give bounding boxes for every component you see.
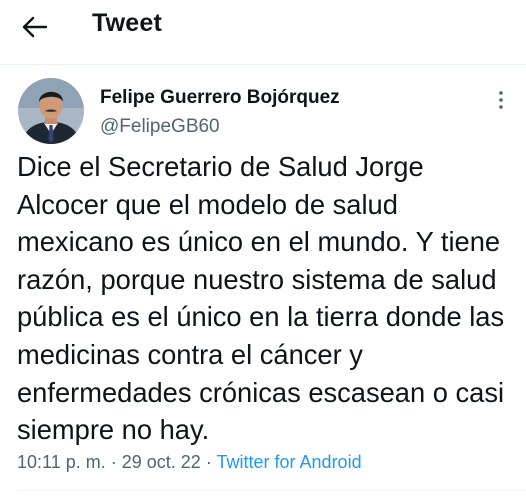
meta-separator: · bbox=[110, 452, 117, 472]
author-handle[interactable]: @FelipeGB60 bbox=[100, 116, 220, 138]
more-options-button[interactable] bbox=[491, 88, 511, 112]
avatar[interactable] bbox=[18, 78, 84, 144]
tweet-time[interactable]: 10:11 p. m. bbox=[17, 452, 106, 472]
meta-divider bbox=[17, 490, 526, 491]
header-divider bbox=[0, 64, 526, 65]
tweet-meta: 10:11 p. m. · 29 oct. 22 · Twitter for A… bbox=[17, 452, 362, 473]
page-title: Tweet bbox=[92, 9, 162, 37]
arrow-left-icon bbox=[22, 16, 48, 38]
more-vertical-icon bbox=[499, 91, 503, 109]
author-name[interactable]: Felipe Guerrero Bojórquez bbox=[100, 87, 340, 109]
top-bar: Tweet bbox=[0, 0, 526, 56]
meta-separator: · bbox=[205, 452, 212, 472]
back-button[interactable] bbox=[20, 12, 50, 42]
tweet-text: Dice el Secretario de Salud Jorge Alcoce… bbox=[17, 151, 505, 446]
tweet-date[interactable]: 29 oct. 22 bbox=[122, 452, 201, 472]
tweet-source[interactable]: Twitter for Android bbox=[217, 452, 362, 472]
